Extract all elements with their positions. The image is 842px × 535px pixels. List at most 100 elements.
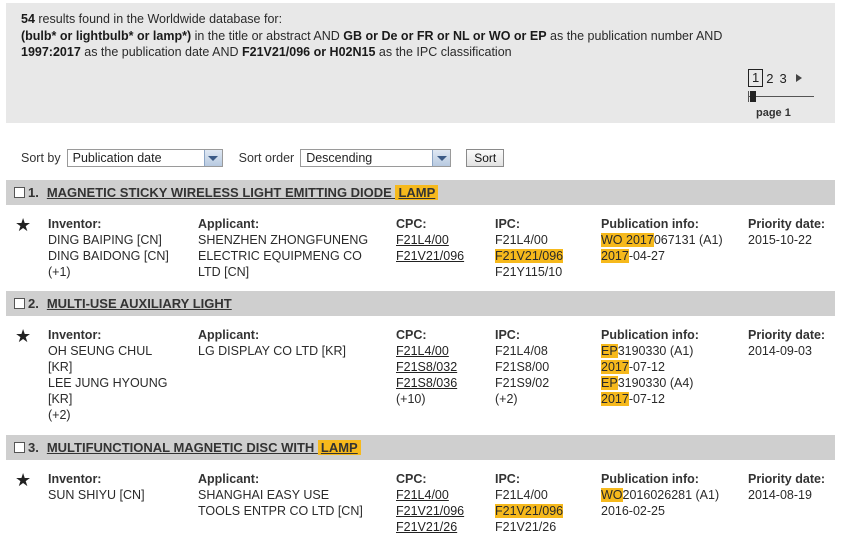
- publication-date: 2017-04-27: [601, 248, 723, 264]
- cpc-link[interactable]: F21L4/00: [396, 344, 449, 358]
- pub-number[interactable]: 3190330 (A1): [618, 344, 694, 358]
- result-number: 1.: [28, 185, 39, 200]
- page-slider-track[interactable]: [748, 96, 814, 97]
- inventor-name: OH SEUNG CHUL: [48, 344, 153, 358]
- result-title-text[interactable]: MULTI-USE AUXILIARY LIGHT: [47, 296, 232, 311]
- inventor-label: Inventor:: [48, 217, 102, 231]
- ipc-code-highlighted: F21V21/096: [495, 504, 564, 518]
- inventor-label: Inventor:: [48, 472, 102, 486]
- publication-date: 2017-07-12: [601, 359, 699, 375]
- result-checkbox[interactable]: [14, 187, 25, 198]
- inventor-name: DING BAIPING [CN]: [48, 233, 162, 247]
- ipc-label: IPC:: [495, 217, 520, 231]
- applicant-column: Applicant: SHANGHAI EASY USE TOOLS ENTPR…: [198, 471, 363, 519]
- priority-date-label: Priority date:: [748, 472, 826, 486]
- summary-text-part: as the publication date AND: [80, 45, 242, 59]
- inventor-column: Inventor: OH SEUNG CHUL [KR] LEE JUNG HY…: [48, 327, 167, 423]
- cpc-column: CPC: F21L4/00 F21V21/096: [396, 216, 464, 264]
- pub-date: 2016-02-25: [601, 504, 665, 518]
- applicant-name: SHANGHAI EASY USE: [198, 488, 330, 502]
- summary-text-part: in the title or abstract AND: [191, 28, 344, 43]
- applicant-name: SHENZHEN ZHONGFUNENG: [198, 233, 369, 247]
- result-count: 54: [21, 12, 35, 26]
- publication-info-column: Publication info: WO 2017067131 (A1) 201…: [601, 216, 723, 264]
- sort-order-label: Sort order: [238, 151, 295, 165]
- cpc-label: CPC:: [396, 328, 427, 342]
- title-highlight[interactable]: LAMP: [395, 185, 439, 200]
- sort-button[interactable]: Sort: [466, 149, 505, 167]
- favorite-star-icon[interactable]: ★: [15, 471, 31, 489]
- cpc-link[interactable]: F21S8/032: [396, 360, 457, 374]
- inventor-name: LEE JUNG HYOUNG: [48, 376, 168, 390]
- next-page-arrow-icon[interactable]: [795, 74, 802, 82]
- result-number: 2.: [28, 296, 39, 311]
- page-link-3[interactable]: 3: [776, 71, 789, 86]
- pub-highlight[interactable]: EP: [601, 376, 618, 390]
- result-checkbox[interactable]: [14, 298, 25, 309]
- chevron-down-icon[interactable]: [203, 150, 222, 166]
- result-title-text[interactable]: MULTIFUNCTIONAL MAGNETIC DISC WITH: [47, 440, 318, 455]
- page-slider-handle[interactable]: [750, 91, 756, 102]
- ipc-code: F21L4/00: [495, 233, 548, 247]
- publication-entry[interactable]: WO2016026281 (A1): [601, 487, 719, 503]
- publication-info-column: Publication info: EP3190330 (A1) 2017-07…: [601, 327, 699, 407]
- cpc-column: CPC: F21L4/00 F21V21/096 F21V21/26: [396, 471, 464, 535]
- cpc-link[interactable]: F21L4/00: [396, 488, 449, 502]
- result-title-text[interactable]: MAGNETIC STICKY WIRELESS LIGHT EMITTING …: [47, 185, 396, 200]
- applicant-name: LTD [CN]: [198, 265, 250, 279]
- sort-by-label: Sort by: [21, 151, 61, 165]
- favorite-star-icon[interactable]: ★: [15, 216, 31, 234]
- title-highlight[interactable]: LAMP: [317, 440, 361, 455]
- pub-highlight[interactable]: WO: [601, 488, 623, 502]
- publication-date: 2017-07-12: [601, 391, 699, 407]
- applicant-label: Applicant:: [198, 217, 260, 231]
- query-ipc: F21V21/096 or H02N15: [242, 45, 376, 59]
- ipc-column: IPC: F21L4/00 F21V21/096 F21V21/26: [495, 471, 564, 535]
- pub-highlight[interactable]: EP: [601, 344, 618, 358]
- publication-entry[interactable]: EP3190330 (A4): [601, 375, 699, 391]
- sort-order-select[interactable]: Descending: [300, 149, 452, 167]
- result-checkbox[interactable]: [14, 442, 25, 453]
- result-header-2: 2. MULTI-USE AUXILIARY LIGHT: [6, 291, 835, 316]
- ipc-more[interactable]: (+2): [495, 391, 549, 407]
- page-link-1[interactable]: 1: [748, 69, 764, 87]
- page-link-2[interactable]: 2: [763, 71, 776, 86]
- cpc-label: CPC:: [396, 472, 427, 486]
- result-title-link[interactable]: MULTI-USE AUXILIARY LIGHT: [47, 296, 232, 311]
- publication-entry[interactable]: EP3190330 (A1): [601, 343, 699, 359]
- applicant-label: Applicant:: [198, 328, 260, 342]
- pub-number[interactable]: 2016026281 (A1): [623, 488, 720, 502]
- ipc-code-highlighted: F21V21/096: [495, 249, 564, 263]
- ipc-code: F21L4/08: [495, 344, 548, 358]
- pub-date: -07-12: [628, 360, 665, 374]
- inventor-more: (+1): [48, 265, 71, 279]
- cpc-link[interactable]: F21L4/00: [396, 233, 449, 247]
- summary-text-part: as the IPC classification: [375, 45, 512, 59]
- chevron-down-icon[interactable]: [432, 150, 451, 166]
- priority-date-column: Priority date: 2014-09-03: [748, 327, 825, 359]
- cpc-link[interactable]: F21S8/036: [396, 376, 457, 390]
- favorite-star-icon[interactable]: ★: [15, 327, 31, 345]
- result-title-link[interactable]: MULTIFUNCTIONAL MAGNETIC DISC WITH LAMP: [47, 440, 361, 455]
- pub-highlight[interactable]: WO 2017: [601, 233, 654, 247]
- search-summary-text: 54 results found in the Worldwide databa…: [21, 11, 811, 61]
- inventor-country: [KR]: [48, 392, 73, 406]
- cpc-more[interactable]: (+10): [396, 391, 457, 407]
- result-header-1: 1. MAGNETIC STICKY WIRELESS LIGHT EMITTI…: [6, 180, 835, 205]
- priority-date-label: Priority date:: [748, 328, 826, 342]
- ipc-column: IPC: F21L4/00 F21V21/096 F21Y115/10: [495, 216, 564, 280]
- cpc-link[interactable]: F21V21/26: [396, 520, 457, 534]
- publication-entry[interactable]: WO 2017067131 (A1): [601, 232, 723, 248]
- cpc-link[interactable]: F21V21/096: [396, 249, 464, 263]
- pub-number[interactable]: 067131 (A1): [654, 233, 723, 247]
- applicant-name: ELECTRIC EQUIPMENG CO: [198, 249, 362, 263]
- result-title-link[interactable]: MAGNETIC STICKY WIRELESS LIGHT EMITTING …: [47, 185, 439, 200]
- applicant-column: Applicant: LG DISPLAY CO LTD [KR]: [198, 327, 346, 359]
- pub-date: -07-12: [628, 392, 665, 406]
- cpc-link[interactable]: F21V21/096: [396, 504, 464, 518]
- priority-date-column: Priority date: 2015-10-22: [748, 216, 825, 248]
- ipc-code: F21S8/00: [495, 360, 550, 374]
- sort-by-select[interactable]: Publication date: [66, 149, 223, 167]
- pub-number[interactable]: 3190330 (A4): [618, 376, 694, 390]
- current-page-label: page 1: [756, 107, 791, 119]
